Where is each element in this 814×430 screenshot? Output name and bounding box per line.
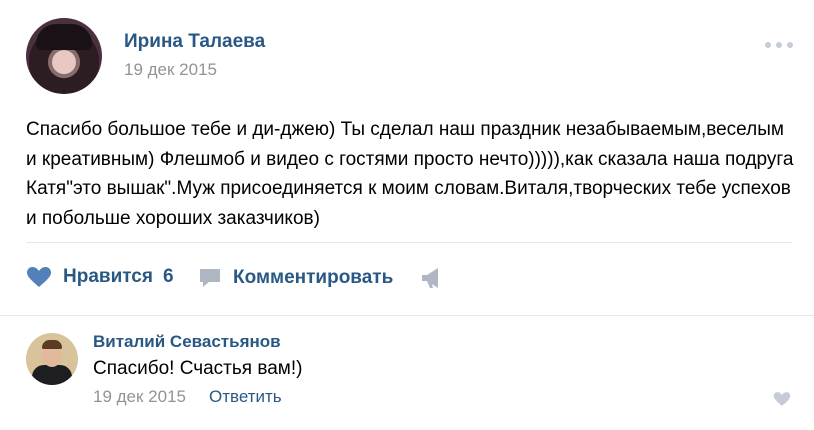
like-label: Нравится [63,266,153,287]
post-date[interactable]: 19 дек 2015 [124,60,217,80]
reply-text: Спасибо! Счастья вам!) [93,358,303,379]
share-icon [420,266,446,290]
share-button[interactable] [420,266,446,290]
comments-divider [0,315,814,316]
author-avatar[interactable] [26,18,102,94]
avatar-suit [32,365,72,385]
comment-icon [198,266,222,290]
heart-icon [26,266,52,288]
post-text: Спасибо большое тебе и ди-джею) Ты сдела… [26,119,794,229]
avatar-hair [36,24,92,50]
reply-date[interactable]: 19 дек 2015 [93,387,186,407]
reply-avatar[interactable] [26,333,78,385]
post-divider [26,242,792,243]
wall-post: Ирина Талаева 19 дек 2015 Спасибо большо… [0,0,814,430]
avatar-hair [42,340,62,349]
comment-label: Комментировать [233,267,394,288]
author-name[interactable]: Ирина Талаева [124,31,265,53]
reply-author-name[interactable]: Виталий Севастьянов [93,332,281,352]
like-count: 6 [162,266,174,287]
like-button[interactable]: Нравится 6 [26,266,174,288]
small-heart-icon[interactable] [773,391,791,412]
comment-button[interactable]: Комментировать [198,266,393,290]
reply-link[interactable]: Ответить [209,387,282,407]
more-icon[interactable] [765,41,793,49]
